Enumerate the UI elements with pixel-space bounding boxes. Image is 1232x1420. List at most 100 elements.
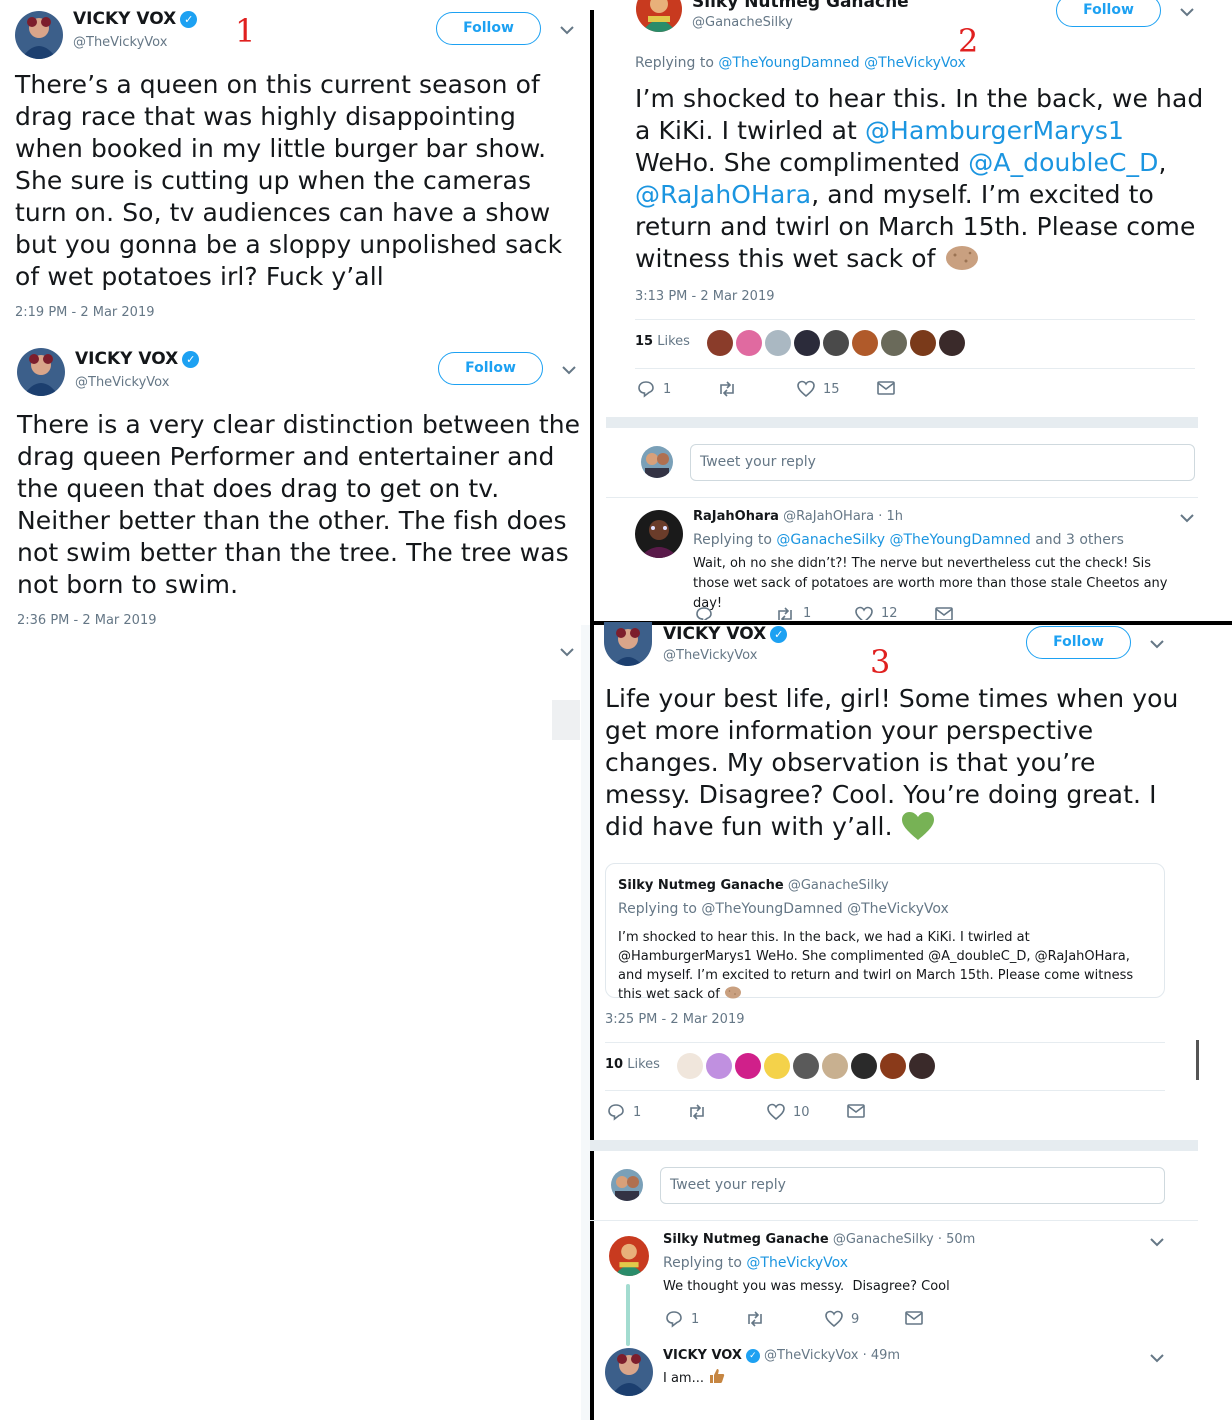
reply-icon	[638, 381, 654, 398]
verified-icon: ✓	[182, 351, 200, 368]
retweet-button[interactable]: 1	[775, 606, 811, 620]
user-handle[interactable]: @TheVickyVox · 49m	[764, 1348, 900, 1363]
avatar[interactable]	[17, 348, 65, 396]
chevron-down-icon[interactable]	[1149, 638, 1165, 650]
retweet-icon	[748, 1311, 762, 1327]
display-name[interactable]: VICKY VOX ✓	[73, 9, 198, 29]
timestamp[interactable]: 3:13 PM - 2 Mar 2019	[635, 289, 774, 304]
replying-to: Replying to @TheVickyVox	[663, 1255, 849, 1271]
retweet-icon	[690, 1104, 704, 1120]
avatar[interactable]	[641, 446, 673, 478]
mention-link[interactable]: @HamburgerMarys1	[865, 116, 1124, 145]
reply-input[interactable]: Tweet your reply	[660, 1167, 1165, 1204]
chevron-down-icon[interactable]	[1149, 1352, 1165, 1364]
timestamp[interactable]: 3:25 PM - 2 Mar 2019	[605, 1012, 744, 1027]
user-handle[interactable]: @GanacheSilky	[692, 15, 793, 30]
follow-button[interactable]: Follow	[1056, 0, 1161, 27]
like-button[interactable]: 10	[767, 1103, 810, 1121]
retweet-button[interactable]	[687, 1103, 707, 1121]
chevron-down-icon[interactable]	[561, 364, 577, 376]
display-name[interactable]: Silky Nutmeg Ganache	[663, 1232, 829, 1247]
avatar[interactable]	[604, 622, 652, 666]
display-name[interactable]: VICKY VOX ✓	[75, 349, 200, 369]
message-button[interactable]	[877, 380, 895, 396]
avatar[interactable]	[605, 1348, 653, 1396]
timestamp[interactable]: 2:19 PM - 2 Mar 2019	[15, 305, 154, 320]
reply-button[interactable]	[695, 606, 713, 620]
chevron-down-icon[interactable]	[1149, 1236, 1165, 1248]
chevron-down-icon[interactable]	[1179, 6, 1195, 18]
avatar[interactable]	[677, 1053, 703, 1079]
mention-link[interactable]: @RaJahOHara	[635, 180, 811, 209]
avatar[interactable]	[611, 1169, 643, 1201]
reply-header: Silky Nutmeg Ganache @GanacheSilky · 50m	[663, 1230, 975, 1250]
quoted-tweet[interactable]: Silky Nutmeg Ganache @GanacheSilky Reply…	[605, 863, 1165, 1002]
message-button[interactable]	[905, 1310, 923, 1326]
avatar[interactable]	[793, 1053, 819, 1079]
reply-button[interactable]: 1	[665, 1310, 699, 1328]
user-handle[interactable]: @TheVickyVox	[663, 648, 757, 663]
avatar[interactable]	[822, 1053, 848, 1079]
likes-count[interactable]: 15 Likes	[635, 334, 690, 349]
like-button[interactable]: 15	[797, 380, 840, 398]
separator	[635, 368, 1195, 369]
quote-text: I’m shocked to hear this. In the back, w…	[618, 930, 1134, 1002]
retweet-button[interactable]	[717, 380, 745, 398]
display-name[interactable]: VICKY VOX ✓	[663, 624, 788, 644]
avatar[interactable]	[765, 330, 791, 356]
scrollbar[interactable]	[552, 700, 580, 740]
mention-link[interactable]: @TheVickyVox	[746, 1255, 848, 1271]
avatar[interactable]	[851, 1053, 877, 1079]
reply-text: We thought you was messy. Disagree? Cool	[663, 1279, 950, 1294]
avatar[interactable]	[707, 330, 733, 356]
timestamp[interactable]: 2:36 PM - 2 Mar 2019	[17, 613, 156, 628]
display-name[interactable]: RaJahOhara	[693, 509, 779, 524]
user-handle[interactable]: @TheVickyVox	[73, 35, 167, 50]
heart-icon	[767, 1103, 785, 1121]
avatar[interactable]	[15, 11, 63, 59]
user-handle[interactable]: @RaJahOHara · 1h	[783, 509, 903, 524]
user-handle[interactable]: @TheVickyVox	[75, 375, 169, 390]
separator	[635, 319, 1195, 320]
avatar[interactable]	[794, 330, 820, 356]
reply-button[interactable]: 1	[637, 380, 671, 398]
display-name[interactable]: VICKY VOX	[663, 1348, 742, 1363]
avatar[interactable]	[852, 330, 878, 356]
follow-button[interactable]: Follow	[438, 352, 543, 385]
like-button[interactable]: 12	[855, 606, 898, 620]
avatar[interactable]	[939, 330, 965, 356]
display-name[interactable]: Silky Nutmeg Ganache	[692, 0, 909, 12]
likes-count[interactable]: 10 Likes	[605, 1057, 660, 1072]
avatar[interactable]	[881, 330, 907, 356]
follow-button[interactable]: Follow	[1026, 626, 1131, 659]
retweet-icon	[720, 381, 734, 397]
avatar[interactable]	[764, 1053, 790, 1079]
message-button[interactable]	[935, 606, 953, 620]
avatar[interactable]	[735, 1053, 761, 1079]
avatar[interactable]	[910, 330, 936, 356]
avatar[interactable]	[880, 1053, 906, 1079]
avatar[interactable]	[823, 330, 849, 356]
message-button[interactable]	[847, 1103, 865, 1119]
mention-link[interactable]: @A_doubleC_D	[968, 148, 1158, 177]
scrollbar[interactable]	[1196, 1040, 1199, 1080]
mention-link[interactable]: @TheYoungDamned @TheVickyVox	[718, 55, 965, 71]
separator	[605, 1090, 1165, 1091]
chevron-down-icon[interactable]	[559, 646, 575, 658]
chevron-down-icon[interactable]	[1179, 512, 1195, 524]
avatar[interactable]	[736, 330, 762, 356]
retweet-button[interactable]	[745, 1310, 765, 1328]
avatar[interactable]	[635, 510, 683, 558]
like-button[interactable]: 9	[825, 1310, 859, 1328]
avatar[interactable]	[706, 1053, 732, 1079]
left-edge	[581, 625, 590, 1420]
avatar[interactable]	[909, 1053, 935, 1079]
mention-link[interactable]: @GanacheSilky @TheYoungDamned	[776, 532, 1030, 548]
avatar[interactable]	[636, 0, 682, 32]
reply-input[interactable]: Tweet your reply	[690, 444, 1195, 481]
follow-button[interactable]: Follow	[436, 12, 541, 45]
chevron-down-icon[interactable]	[559, 24, 575, 36]
avatar[interactable]	[609, 1236, 649, 1276]
user-handle[interactable]: @GanacheSilky · 50m	[833, 1232, 975, 1247]
reply-button[interactable]: 1	[607, 1103, 641, 1121]
